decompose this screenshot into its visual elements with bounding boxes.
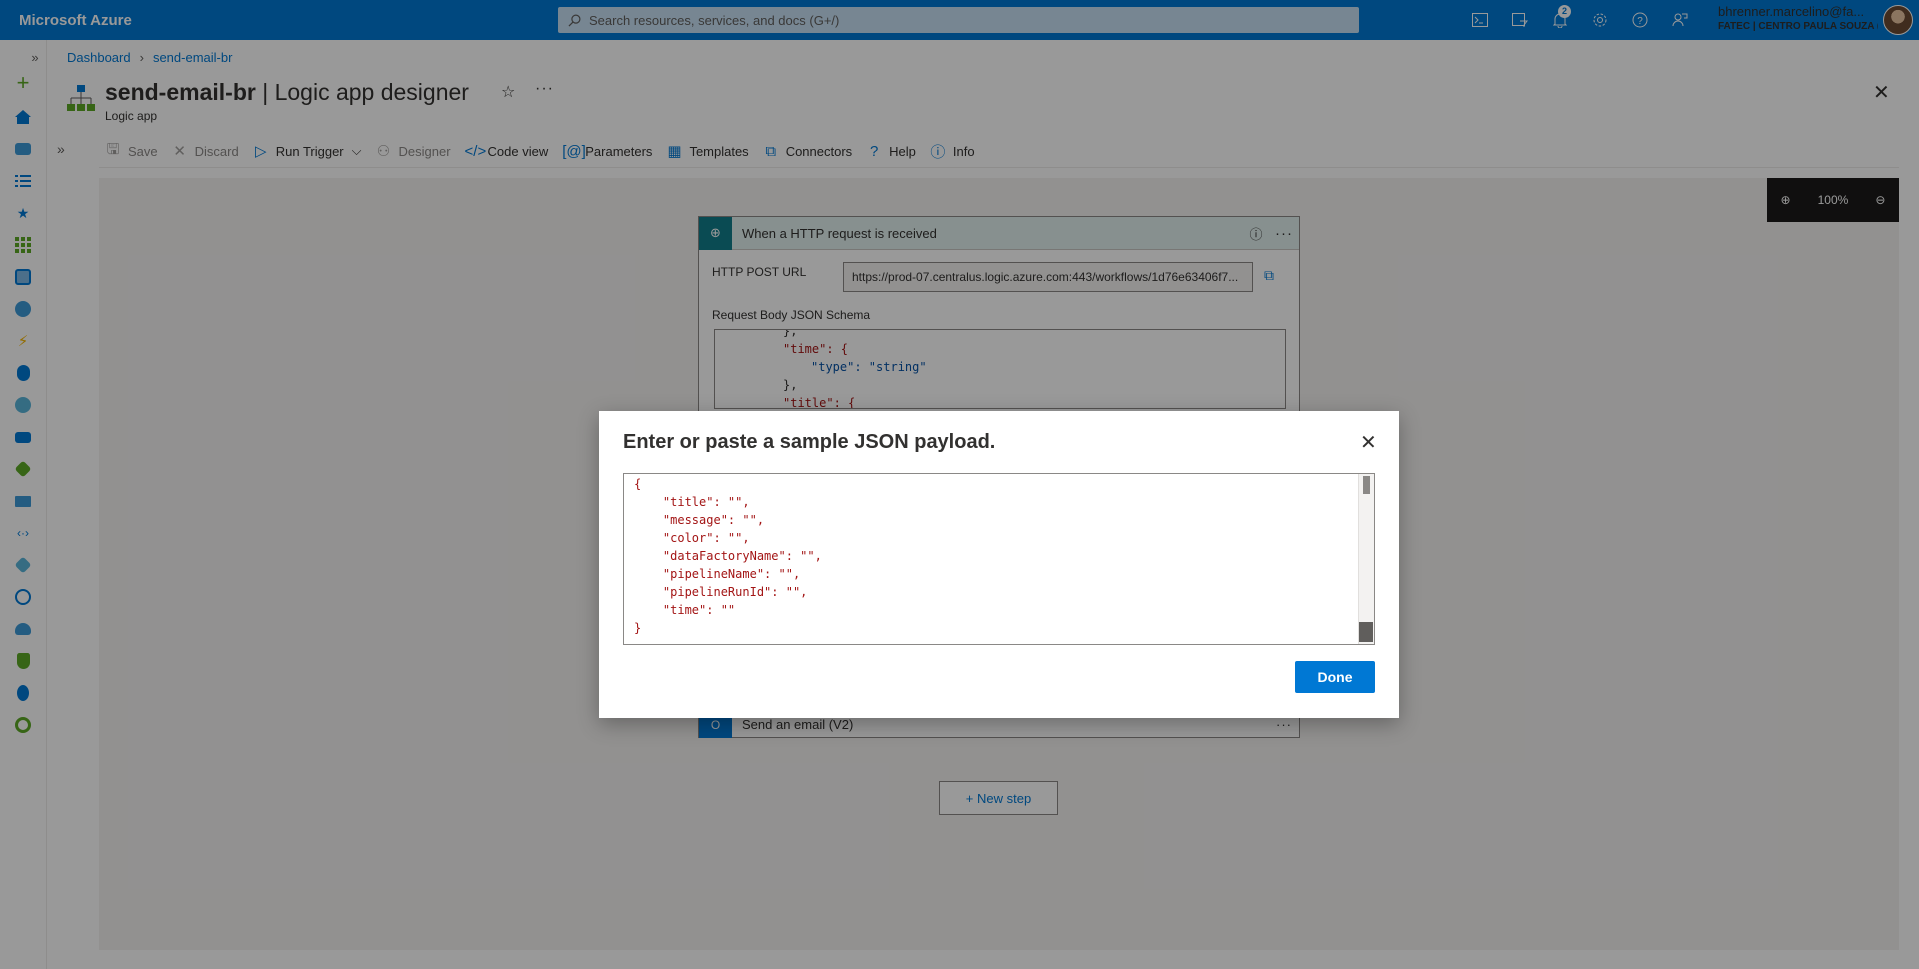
- payload-input[interactable]: { "title": "", "message": "", "color": "…: [624, 474, 1358, 644]
- close-icon[interactable]: ✕: [1360, 430, 1377, 455]
- sample-payload-dialog: Enter or paste a sample JSON payload. ✕ …: [599, 411, 1399, 718]
- scrollbar-handle[interactable]: [1359, 622, 1373, 642]
- payload-editor: { "title": "", "message": "", "color": "…: [623, 473, 1375, 645]
- scrollbar-thumb[interactable]: [1363, 476, 1370, 494]
- done-button[interactable]: Done: [1295, 661, 1375, 693]
- dialog-title: Enter or paste a sample JSON payload.: [623, 431, 996, 453]
- editor-scrollbar[interactable]: [1358, 474, 1374, 644]
